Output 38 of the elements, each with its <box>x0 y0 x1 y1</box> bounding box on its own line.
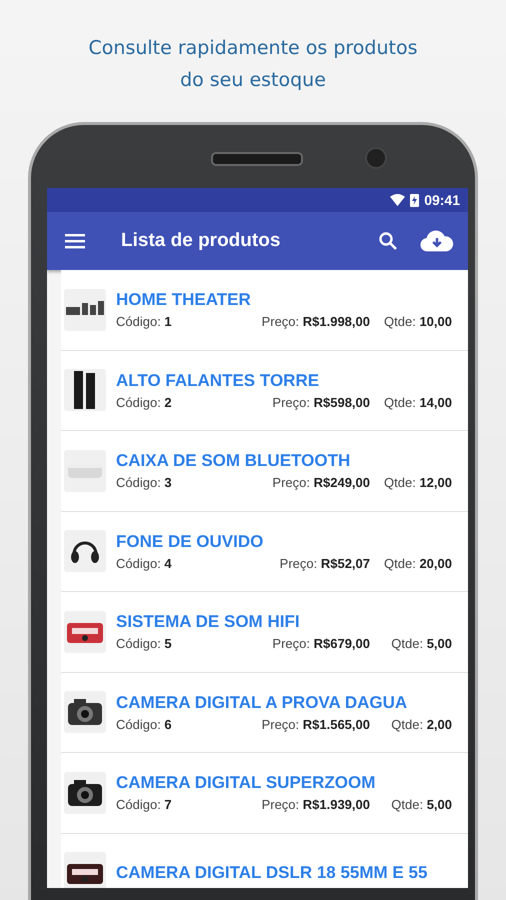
price-text: Preço: R$1.998,00 <box>262 314 370 330</box>
wifi-icon <box>390 194 406 206</box>
price-text: Preço: R$1.565,00 <box>262 716 370 732</box>
quantity-text: Qtde: 2,00 <box>390 716 452 732</box>
price-text: Preço: R$52,07 <box>280 556 370 571</box>
product-title[interactable]: SISTEMA DE SOM HIFI <box>116 612 452 632</box>
product-title[interactable]: CAIXA DE SOM BLUETOOTH <box>116 451 452 472</box>
quantity-text: Qtde: 5,00 <box>390 636 452 652</box>
caption-text: Consulte rapidamente os produtos do seu estoque <box>88 36 418 93</box>
price-text: Preço: R$1.939,00 <box>262 797 370 812</box>
product-title[interactable]: FONE DE OUVIDO <box>116 532 452 552</box>
price-text: Preço: R$598,00 <box>272 394 370 410</box>
search-icon[interactable] <box>378 231 398 251</box>
product-title[interactable]: CAMERA DIGITAL A PROVA DAGUA <box>116 692 452 713</box>
quantity-text: Qtde: 5,00 <box>390 797 452 812</box>
code-text: Código: 1 <box>116 314 172 330</box>
battery-icon <box>410 193 420 207</box>
code-text: Código: 3 <box>116 475 172 490</box>
code-text: Código: 5 <box>116 636 172 652</box>
cloud-download-icon[interactable] <box>420 229 454 253</box>
price-text: Preço: R$679,00 <box>272 636 370 652</box>
menu-icon[interactable] <box>65 233 85 249</box>
quantity-text: Qtde: 12,00 <box>383 475 452 490</box>
code-text: Código: 7 <box>116 797 172 812</box>
code-text: Código: 6 <box>116 716 172 732</box>
toolbar-title: Lista de produtos <box>121 230 282 252</box>
quantity-text: Qtde: 20,00 <box>383 556 452 571</box>
product-title[interactable]: HOME THEATER <box>116 290 452 310</box>
price-text: Preço: R$249,00 <box>272 475 370 490</box>
clock-text: 09:41 <box>424 192 460 208</box>
product-title[interactable]: ALTO FALANTES TORRE <box>116 370 452 391</box>
camera-lens-icon <box>365 147 387 169</box>
code-text: Código: 4 <box>116 556 172 571</box>
code-text: Código: 2 <box>116 394 172 410</box>
product-title[interactable]: CAMERA DIGITAL SUPERZOOM <box>116 773 452 794</box>
quantity-text: Qtde: 10,00 <box>383 314 452 330</box>
quantity-text: Qtde: 14,00 <box>383 394 452 410</box>
speaker-grille-icon <box>211 152 303 166</box>
